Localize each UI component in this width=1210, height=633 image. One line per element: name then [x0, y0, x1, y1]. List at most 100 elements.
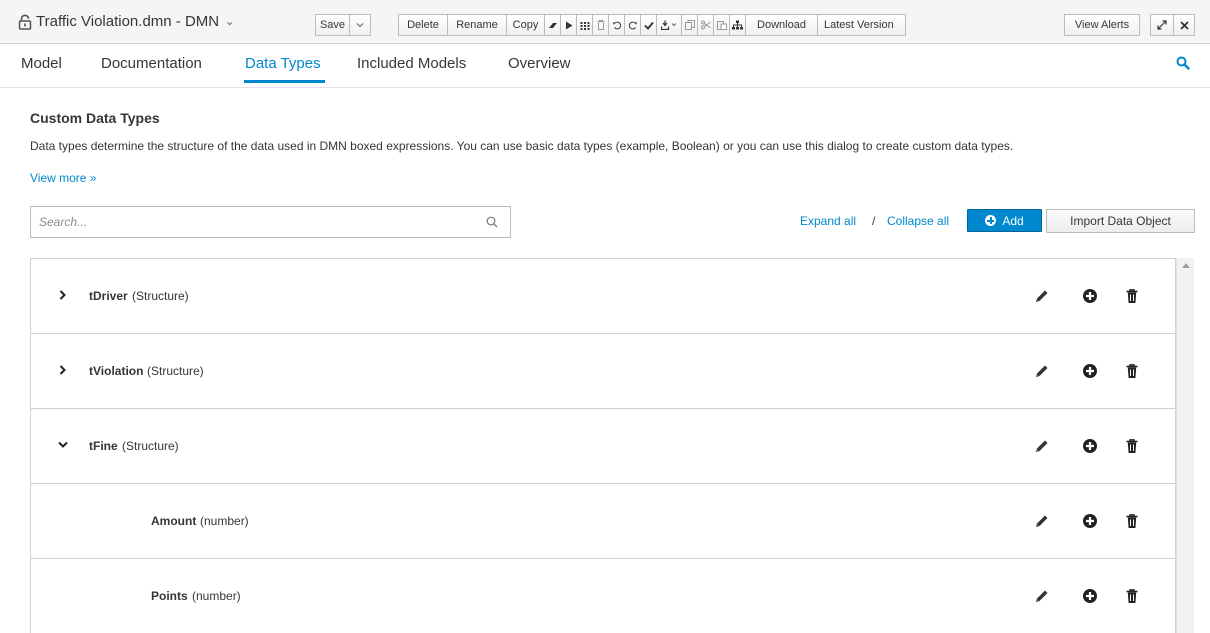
- download-tray-icon: [661, 20, 677, 30]
- tab-overview[interactable]: Overview: [508, 55, 571, 72]
- data-type-row[interactable]: tFine (Structure): [31, 409, 1175, 484]
- search-box: [30, 206, 511, 238]
- trash-icon[interactable]: [1124, 588, 1140, 604]
- maximize-button[interactable]: [1150, 14, 1174, 36]
- trash-toolbar-button[interactable]: [592, 14, 609, 36]
- chevron-down-icon[interactable]: ⌄: [225, 15, 234, 28]
- eraser-icon: [548, 22, 557, 28]
- pencil-icon[interactable]: [1034, 513, 1050, 529]
- rename-button[interactable]: Rename: [447, 14, 507, 36]
- latest-version-dropdown[interactable]: Latest Version: [817, 14, 906, 36]
- checkmark-icon: [643, 21, 654, 30]
- trash-icon: [597, 20, 604, 30]
- run-button[interactable]: [560, 14, 577, 36]
- paste-icon: [716, 21, 727, 30]
- window-controls: [1150, 14, 1195, 36]
- copy-button[interactable]: Copy: [506, 14, 545, 36]
- validate-button[interactable]: [640, 14, 657, 36]
- data-type-name: tFine: [89, 439, 118, 453]
- tab-data-types[interactable]: Data Types: [245, 55, 321, 72]
- expand-all-link[interactable]: Expand all: [800, 214, 856, 228]
- latest-version-label: Latest Version: [824, 19, 894, 31]
- data-type-kind: (number): [192, 589, 241, 603]
- page-title: Custom Data Types: [30, 110, 160, 126]
- chevron-right-icon[interactable]: [57, 364, 69, 376]
- deploy-dropdown-button[interactable]: [656, 14, 682, 36]
- plus-circle-icon[interactable]: [1082, 588, 1098, 604]
- plus-circle-icon[interactable]: [1082, 513, 1098, 529]
- undo-button[interactable]: [608, 14, 625, 36]
- table-icon: [580, 21, 589, 30]
- trash-icon[interactable]: [1124, 288, 1140, 304]
- data-type-name: tViolation: [89, 364, 144, 378]
- tab-documentation[interactable]: Documentation: [101, 55, 202, 72]
- search-input[interactable]: [31, 207, 471, 237]
- save-button[interactable]: Save: [315, 14, 350, 36]
- data-type-name: Points: [151, 589, 188, 603]
- trash-icon[interactable]: [1124, 513, 1140, 529]
- save-group: Save: [315, 14, 371, 36]
- search-icon[interactable]: [486, 216, 498, 228]
- plus-circle-icon[interactable]: [1082, 288, 1098, 304]
- hierarchy-button[interactable]: [729, 14, 746, 36]
- data-type-row[interactable]: tViolation (Structure): [31, 334, 1175, 409]
- chevron-down-icon: [356, 23, 364, 28]
- data-type-name: tDriver: [89, 289, 128, 303]
- plus-circle-icon[interactable]: [1082, 363, 1098, 379]
- data-type-kind: (Structure): [122, 439, 179, 453]
- collapse-all-link[interactable]: Collapse all: [887, 214, 949, 228]
- redo-button[interactable]: [624, 14, 641, 36]
- active-tab-indicator: [244, 80, 325, 83]
- pencil-icon[interactable]: [1034, 288, 1050, 304]
- data-type-kind: (Structure): [147, 364, 204, 378]
- chevron-down-icon: [897, 24, 899, 26]
- cut-button[interactable]: [697, 14, 714, 36]
- close-icon: [1179, 20, 1189, 30]
- plus-circle-icon: [985, 215, 997, 226]
- main-toolbar: Delete Rename Copy Download Latest Versi…: [398, 14, 906, 36]
- delete-button[interactable]: Delete: [398, 14, 448, 36]
- scissors-icon: [700, 20, 711, 30]
- import-data-object-button[interactable]: Import Data Object: [1046, 209, 1195, 233]
- pencil-icon[interactable]: [1034, 438, 1050, 454]
- tab-model[interactable]: Model: [21, 55, 62, 72]
- pencil-icon[interactable]: [1034, 588, 1050, 604]
- search-icon[interactable]: [1176, 56, 1190, 70]
- title-bar: Traffic Violation.dmn - DMN ⌄ Save Delet…: [0, 0, 1210, 44]
- link-separator: /: [872, 214, 876, 228]
- add-button[interactable]: Add: [967, 209, 1042, 232]
- close-button[interactable]: [1173, 14, 1195, 36]
- trash-icon[interactable]: [1124, 438, 1140, 454]
- alerts-group: View Alerts: [1064, 14, 1140, 36]
- editor-tabs: Model Documentation Data Types Included …: [0, 44, 1210, 88]
- data-type-row[interactable]: tDriver (Structure): [31, 259, 1175, 334]
- scrollbar[interactable]: [1176, 258, 1194, 633]
- copy-icon: [684, 20, 695, 30]
- tab-included-models[interactable]: Included Models: [357, 55, 466, 72]
- table-button[interactable]: [576, 14, 593, 36]
- trash-icon[interactable]: [1124, 363, 1140, 379]
- sitemap-icon: [732, 20, 743, 30]
- chevron-down-icon[interactable]: [57, 439, 69, 451]
- view-more-link[interactable]: View more »: [30, 171, 96, 185]
- data-type-row[interactable]: Amount (number): [31, 484, 1175, 559]
- pencil-icon[interactable]: [1034, 363, 1050, 379]
- data-type-name: Amount: [151, 514, 197, 528]
- data-type-row[interactable]: Points (number): [31, 559, 1175, 633]
- download-button[interactable]: Download: [745, 14, 818, 36]
- plus-circle-icon[interactable]: [1082, 438, 1098, 454]
- chevron-right-icon[interactable]: [57, 289, 69, 301]
- play-icon: [565, 21, 572, 29]
- scroll-up-arrow[interactable]: [1182, 263, 1190, 268]
- eraser-button[interactable]: [544, 14, 561, 36]
- redo-icon: [628, 21, 637, 30]
- view-alerts-button[interactable]: View Alerts: [1064, 14, 1140, 36]
- copy-toolbar-button[interactable]: [681, 14, 698, 36]
- file-title[interactable]: Traffic Violation.dmn - DMN ⌄: [18, 13, 234, 30]
- paste-button[interactable]: [713, 14, 730, 36]
- expand-icon: [1157, 20, 1167, 30]
- add-button-label: Add: [1002, 213, 1024, 228]
- save-dropdown-button[interactable]: [349, 14, 371, 36]
- undo-icon: [612, 21, 621, 30]
- data-type-kind: (Structure): [132, 289, 189, 303]
